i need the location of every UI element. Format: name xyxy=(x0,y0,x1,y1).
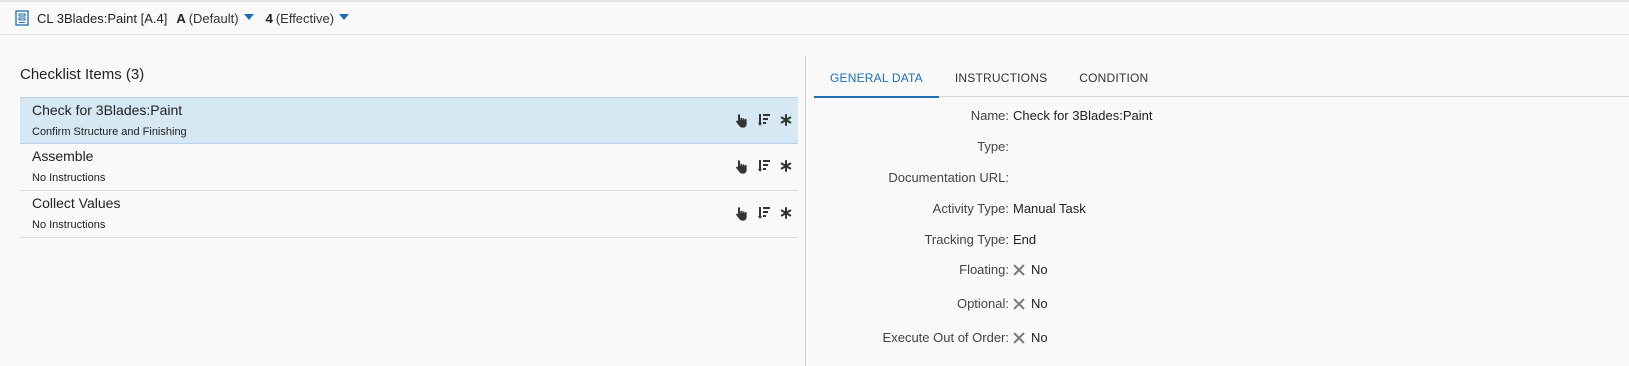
property-type: Type: xyxy=(814,139,1629,159)
sort-icon[interactable] xyxy=(757,158,771,174)
hand-pointer-icon[interactable] xyxy=(735,112,749,128)
boolean-value: No xyxy=(1031,262,1048,277)
property-execute-out-of-order: Execute Out of Order: No xyxy=(814,330,1629,350)
checklist-title: Checklist Items (3) xyxy=(20,66,145,83)
tab-instructions[interactable]: INSTRUCTIONS xyxy=(939,60,1063,97)
property-value: No xyxy=(1013,296,1048,311)
revision-label: (Default) xyxy=(188,10,239,26)
property-tracking-type: Tracking Type: End xyxy=(814,232,1629,252)
property-value: Check for 3Blades:Paint xyxy=(1013,108,1153,123)
revision-letter: A xyxy=(176,10,186,26)
x-mark-icon xyxy=(1013,264,1025,276)
boolean-value: No xyxy=(1031,330,1048,345)
hand-pointer-icon[interactable] xyxy=(735,158,749,174)
list-item[interactable]: Check for 3Blades:Paint Confirm Structur… xyxy=(20,97,798,144)
property-name: Name: Check for 3Blades:Paint xyxy=(814,108,1629,128)
boolean-value: No xyxy=(1031,296,1048,311)
tab-general-data[interactable]: GENERAL DATA xyxy=(814,60,939,98)
asterisk-icon[interactable] xyxy=(779,112,793,128)
item-actions xyxy=(735,205,793,221)
object-header: CL 3Blades:Paint [A.4] A (Default) 4 (Ef… xyxy=(0,2,1629,35)
item-name: Collect Values xyxy=(32,195,121,211)
property-optional: Optional: No xyxy=(814,296,1629,316)
list-item[interactable]: Assemble No Instructions xyxy=(20,144,798,191)
property-floating: Floating: No xyxy=(814,262,1629,282)
item-instructions: Confirm Structure and Finishing xyxy=(32,126,187,138)
iteration-dropdown-caret-icon[interactable] xyxy=(339,14,350,20)
sort-icon[interactable] xyxy=(757,112,771,128)
checklist-panel: Checklist Items (3) Check for 3Blades:Pa… xyxy=(20,60,798,238)
property-label: Type: xyxy=(977,139,1009,154)
property-label: Tracking Type: xyxy=(924,232,1009,247)
iteration-label: (Effective) xyxy=(275,10,335,26)
item-instructions: No Instructions xyxy=(32,219,106,231)
property-value: Manual Task xyxy=(1013,201,1086,216)
property-label: Activity Type: xyxy=(932,201,1009,216)
item-actions xyxy=(735,158,793,174)
item-name: Assemble xyxy=(32,148,94,164)
property-label: Execute Out of Order: xyxy=(882,330,1009,345)
asterisk-icon[interactable] xyxy=(779,158,793,174)
property-label: Optional: xyxy=(956,296,1009,311)
pane-divider[interactable] xyxy=(805,56,806,366)
property-value: No xyxy=(1013,330,1048,345)
property-documentation-url: Documentation URL: xyxy=(814,170,1629,190)
item-actions xyxy=(735,112,793,128)
item-name: Check for 3Blades:Paint xyxy=(32,102,183,118)
property-label: Documentation URL: xyxy=(888,170,1009,185)
tab-condition[interactable]: CONDITION xyxy=(1063,60,1164,97)
checklist-list: Check for 3Blades:Paint Confirm Structur… xyxy=(20,97,798,238)
asterisk-icon[interactable] xyxy=(779,205,793,221)
detail-tabs: GENERAL DATA INSTRUCTIONS CONDITION xyxy=(814,60,1629,98)
sort-icon[interactable] xyxy=(757,205,771,221)
hand-pointer-icon[interactable] xyxy=(735,205,749,221)
list-item[interactable]: Collect Values No Instructions xyxy=(20,191,798,238)
iteration-number: 4 xyxy=(265,10,273,26)
x-mark-icon xyxy=(1013,298,1025,310)
property-activity-type: Activity Type: Manual Task xyxy=(814,201,1629,221)
object-title: CL 3Blades:Paint [A.4] xyxy=(37,10,168,26)
item-instructions: No Instructions xyxy=(32,172,106,184)
checklist-document-icon xyxy=(15,10,29,26)
property-label: Floating: xyxy=(959,262,1009,277)
property-value: End xyxy=(1013,232,1037,247)
revision-dropdown-caret-icon[interactable] xyxy=(243,14,254,20)
x-mark-icon xyxy=(1013,332,1025,344)
property-value: No xyxy=(1013,262,1048,277)
property-label: Name: xyxy=(970,108,1009,123)
